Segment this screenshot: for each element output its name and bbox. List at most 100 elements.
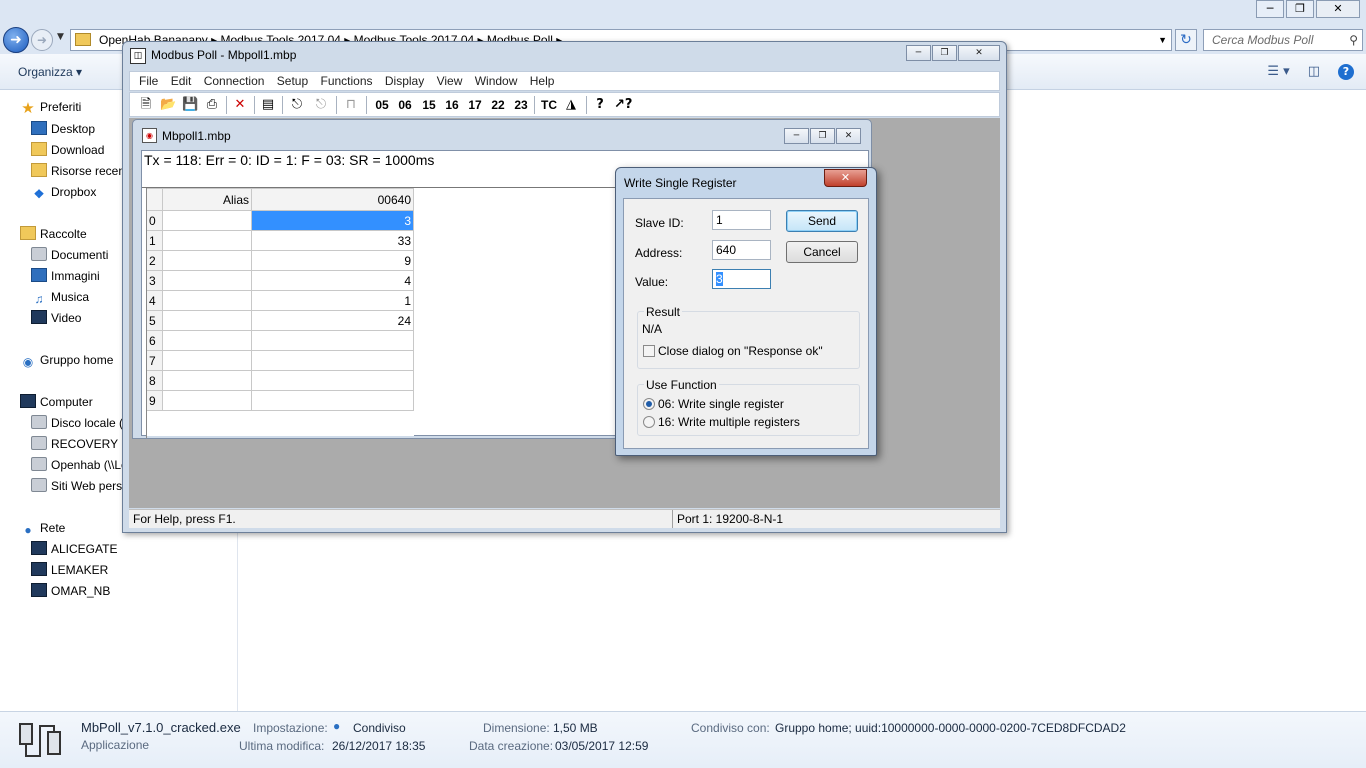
alias-cell[interactable]	[162, 290, 252, 311]
value-cell[interactable]	[251, 390, 414, 411]
preview-pane-icon[interactable]: ◫	[1308, 64, 1320, 80]
fn06-button[interactable]: 06	[395, 96, 415, 114]
alias-cell[interactable]	[162, 250, 252, 271]
fn06-label[interactable]: 06: Write single register	[658, 397, 784, 411]
table-row[interactable]: 5 24	[146, 310, 414, 331]
search-input[interactable]: Cerca Modbus Poll ⚲	[1203, 29, 1363, 51]
table-row[interactable]: 7	[146, 350, 414, 371]
menu-setup[interactable]: Setup	[277, 72, 308, 90]
fn23-button[interactable]: 23	[511, 96, 531, 114]
minimize-icon[interactable]: ─	[784, 128, 809, 144]
value-cell[interactable]	[251, 330, 414, 351]
close-on-ok-checkbox[interactable]	[643, 345, 655, 357]
fn06-radio[interactable]	[643, 398, 655, 410]
menu-window[interactable]: Window	[475, 72, 518, 90]
nav-item-recent[interactable]: Risorse recenti	[31, 162, 123, 180]
restore-icon[interactable]: ❐	[1286, 0, 1314, 18]
close-icon[interactable]: ✕	[836, 128, 861, 144]
table-row[interactable]: 34	[146, 270, 414, 291]
minimize-icon[interactable]: ─	[1256, 0, 1284, 18]
menu-connection[interactable]: Connection	[204, 72, 265, 90]
alias-cell[interactable]	[162, 310, 252, 331]
alias-cell[interactable]	[162, 210, 252, 231]
view-options-icon[interactable]: ☰ ▾	[1267, 64, 1289, 80]
nav-item-websites[interactable]: Siti Web personali	[31, 477, 123, 495]
fn17-button[interactable]: 17	[465, 96, 485, 114]
cancel-button[interactable]: Cancel	[786, 241, 858, 263]
value-cell[interactable]: 9	[251, 250, 414, 271]
slave-id-field[interactable]: 1	[712, 210, 771, 230]
close-icon[interactable]: ✕	[958, 45, 1000, 61]
open-folder-icon[interactable]: 📂	[160, 96, 176, 114]
context-help-icon[interactable]: ↗?	[614, 96, 632, 114]
alias-column-header[interactable]: Alias	[162, 188, 252, 211]
table-row[interactable]: 6	[146, 330, 414, 351]
help-icon[interactable]: ?	[1338, 64, 1354, 80]
nav-item-lemaker[interactable]: LEMAKER	[31, 561, 236, 579]
fn05-button[interactable]: 05	[372, 96, 392, 114]
nav-item-omar-nb[interactable]: OMAR_NB	[31, 582, 236, 600]
history-dropdown-icon[interactable]: ▼	[57, 32, 64, 42]
new-document-icon[interactable]: 🗎	[138, 96, 154, 114]
table-row[interactable]: 03	[146, 210, 414, 231]
address-dropdown-icon[interactable]: ▼	[1158, 30, 1167, 50]
nav-item-local-disk[interactable]: Disco locale (C:)	[31, 414, 123, 432]
alias-cell[interactable]	[162, 350, 252, 371]
value-cell[interactable]: 33	[251, 230, 414, 251]
save-icon[interactable]: 💾	[182, 96, 198, 114]
print-icon[interactable]: ⎙	[204, 96, 220, 114]
value-cell[interactable]: 3	[251, 210, 414, 231]
value-cell[interactable]: 1	[251, 290, 414, 311]
register-grid[interactable]: Alias 00640 03 1 33 29 34 41 5 24 6 7 8 9	[146, 188, 414, 436]
menu-help[interactable]: Help	[530, 72, 555, 90]
fn22-button[interactable]: 22	[488, 96, 508, 114]
fn15-button[interactable]: 15	[419, 96, 439, 114]
value-field[interactable]: 3	[712, 269, 771, 289]
fn16-radio[interactable]	[643, 416, 655, 428]
minimize-icon[interactable]: ─	[906, 45, 931, 61]
value-cell[interactable]: 24	[251, 310, 414, 331]
address-column-header[interactable]: 00640	[251, 188, 414, 211]
nav-item-recovery[interactable]: RECOVERY (D:)	[31, 435, 123, 453]
delete-icon[interactable]: ✕	[232, 96, 248, 114]
close-icon[interactable]: ✕	[824, 169, 867, 187]
menu-edit[interactable]: Edit	[171, 72, 192, 90]
restore-icon[interactable]: ❐	[932, 45, 957, 61]
forward-arrow-icon[interactable]: ➜	[31, 29, 53, 51]
help-icon[interactable]: ?	[592, 96, 608, 114]
nav-item-openhab[interactable]: Openhab (\\LeMaker)	[31, 456, 123, 474]
value-cell[interactable]: 4	[251, 270, 414, 291]
window-icon[interactable]: ▤	[260, 96, 276, 114]
nav-item-alicegate[interactable]: ALICEGATE	[31, 540, 236, 558]
traffic-monitor-icon[interactable]: ◮	[562, 96, 580, 114]
refresh-icon[interactable]: ↻	[1175, 29, 1197, 51]
back-arrow-icon[interactable]: ➜	[3, 27, 29, 53]
fn16-label[interactable]: 16: Write multiple registers	[658, 415, 800, 429]
restore-icon[interactable]: ❐	[810, 128, 835, 144]
table-row[interactable]: 8	[146, 370, 414, 391]
alias-cell[interactable]	[162, 330, 252, 351]
close-icon[interactable]: ✕	[1316, 0, 1360, 18]
menu-functions[interactable]: Functions	[320, 72, 372, 90]
tc-button[interactable]: TC	[539, 96, 559, 114]
menu-view[interactable]: View	[437, 72, 463, 90]
send-button[interactable]: Send	[786, 210, 858, 232]
table-row[interactable]: 1 33	[146, 230, 414, 251]
alias-cell[interactable]	[162, 230, 252, 251]
table-row[interactable]: 9	[146, 390, 414, 411]
menu-display[interactable]: Display	[385, 72, 424, 90]
organize-button[interactable]: Organizza ▾	[18, 65, 82, 79]
alias-cell[interactable]	[162, 390, 252, 411]
address-field[interactable]: 640	[712, 240, 771, 260]
connect-icon[interactable]: ⎋	[288, 96, 306, 114]
alias-cell[interactable]	[162, 370, 252, 391]
disconnect-icon[interactable]: ⎋	[312, 96, 330, 114]
alias-cell[interactable]	[162, 270, 252, 291]
fn16-button[interactable]: 16	[442, 96, 462, 114]
table-row[interactable]: 41	[146, 290, 414, 311]
table-row[interactable]: 29	[146, 250, 414, 271]
value-cell[interactable]	[251, 350, 414, 371]
close-on-ok-label[interactable]: Close dialog on "Response ok"	[658, 344, 823, 358]
single-poll-icon[interactable]: ⊓	[342, 96, 360, 114]
value-cell[interactable]	[251, 370, 414, 391]
